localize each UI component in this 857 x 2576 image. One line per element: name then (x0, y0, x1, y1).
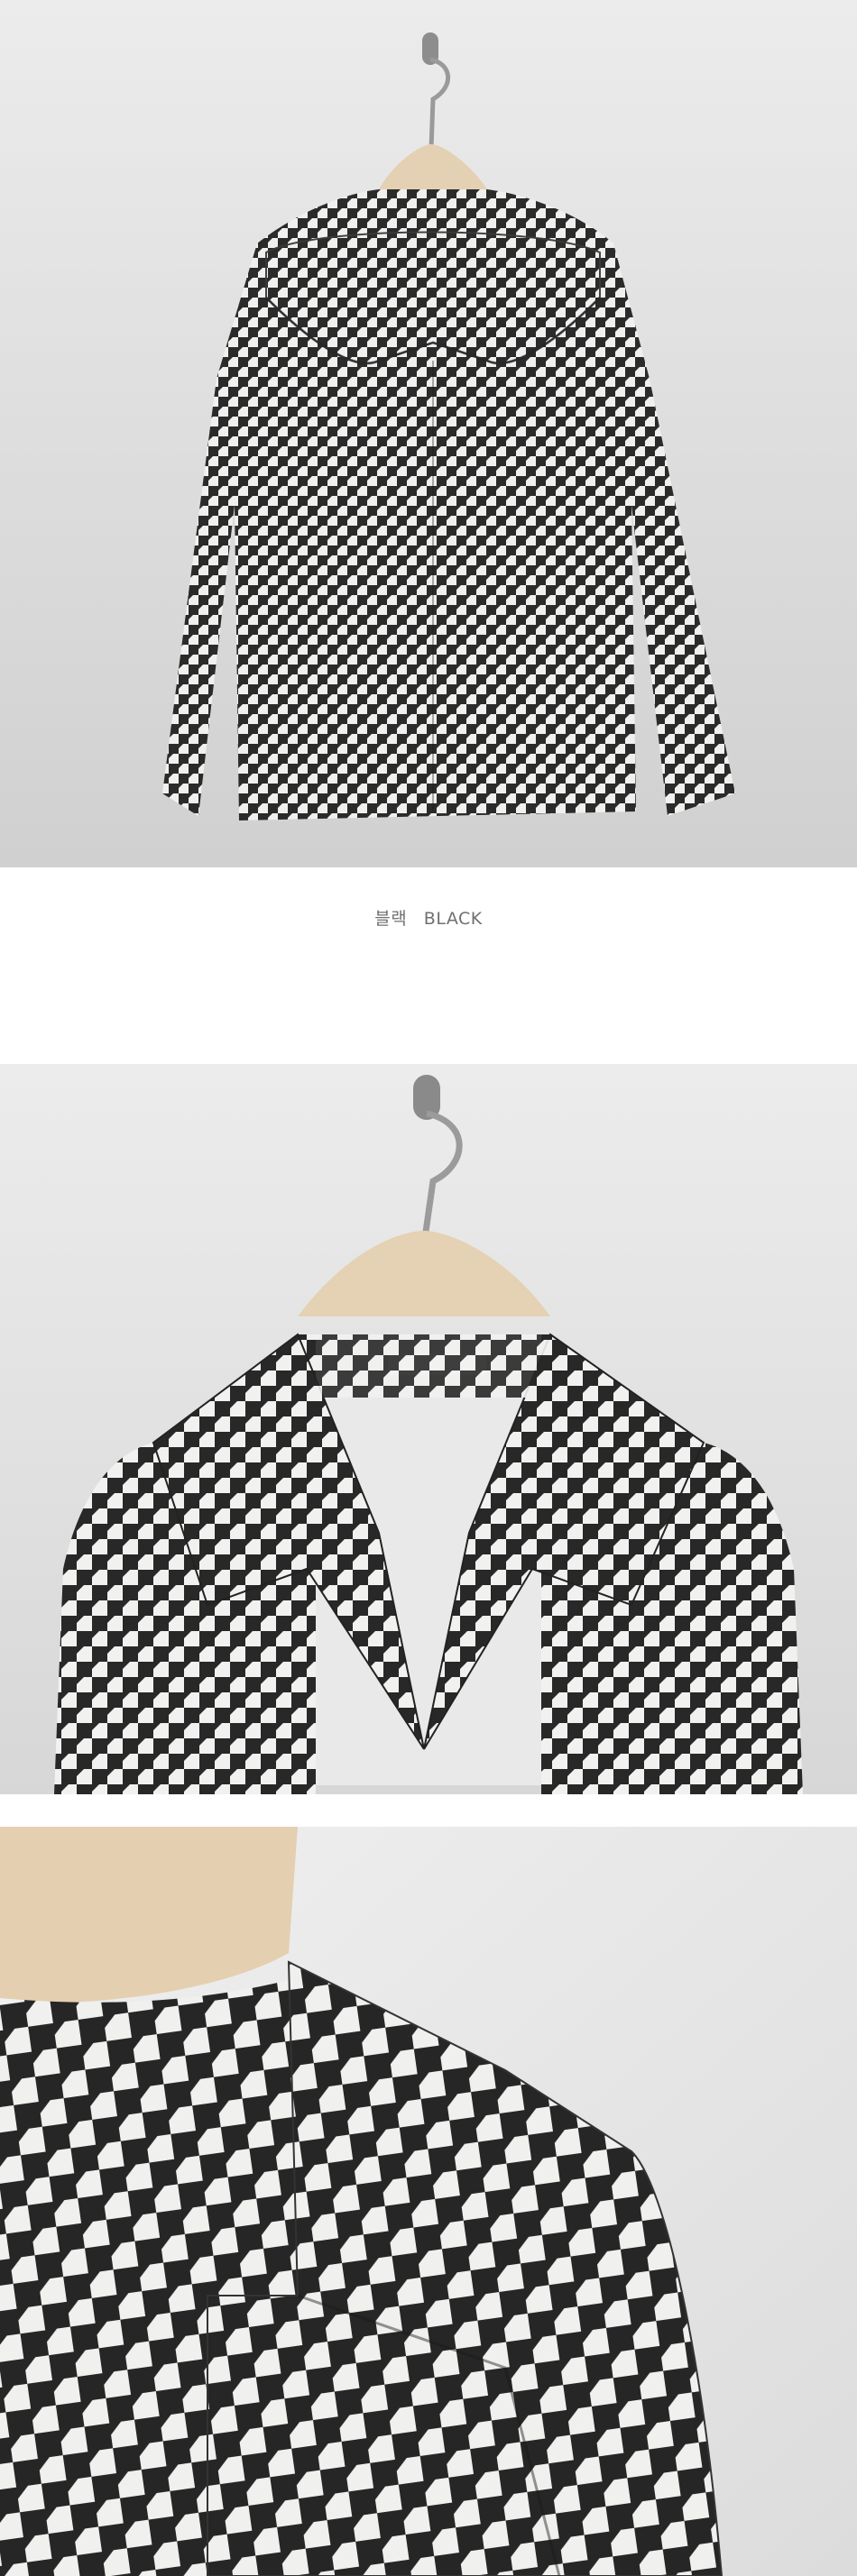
jacket-back-photo (0, 0, 857, 867)
caption-korean: 블랙 (374, 909, 408, 929)
caption-english: BLACK (423, 909, 483, 929)
color-caption: 블랙 BLACK (0, 905, 857, 930)
fabric-closeup-photo (0, 1827, 857, 2576)
jacket-collar-photo (0, 1064, 857, 1794)
